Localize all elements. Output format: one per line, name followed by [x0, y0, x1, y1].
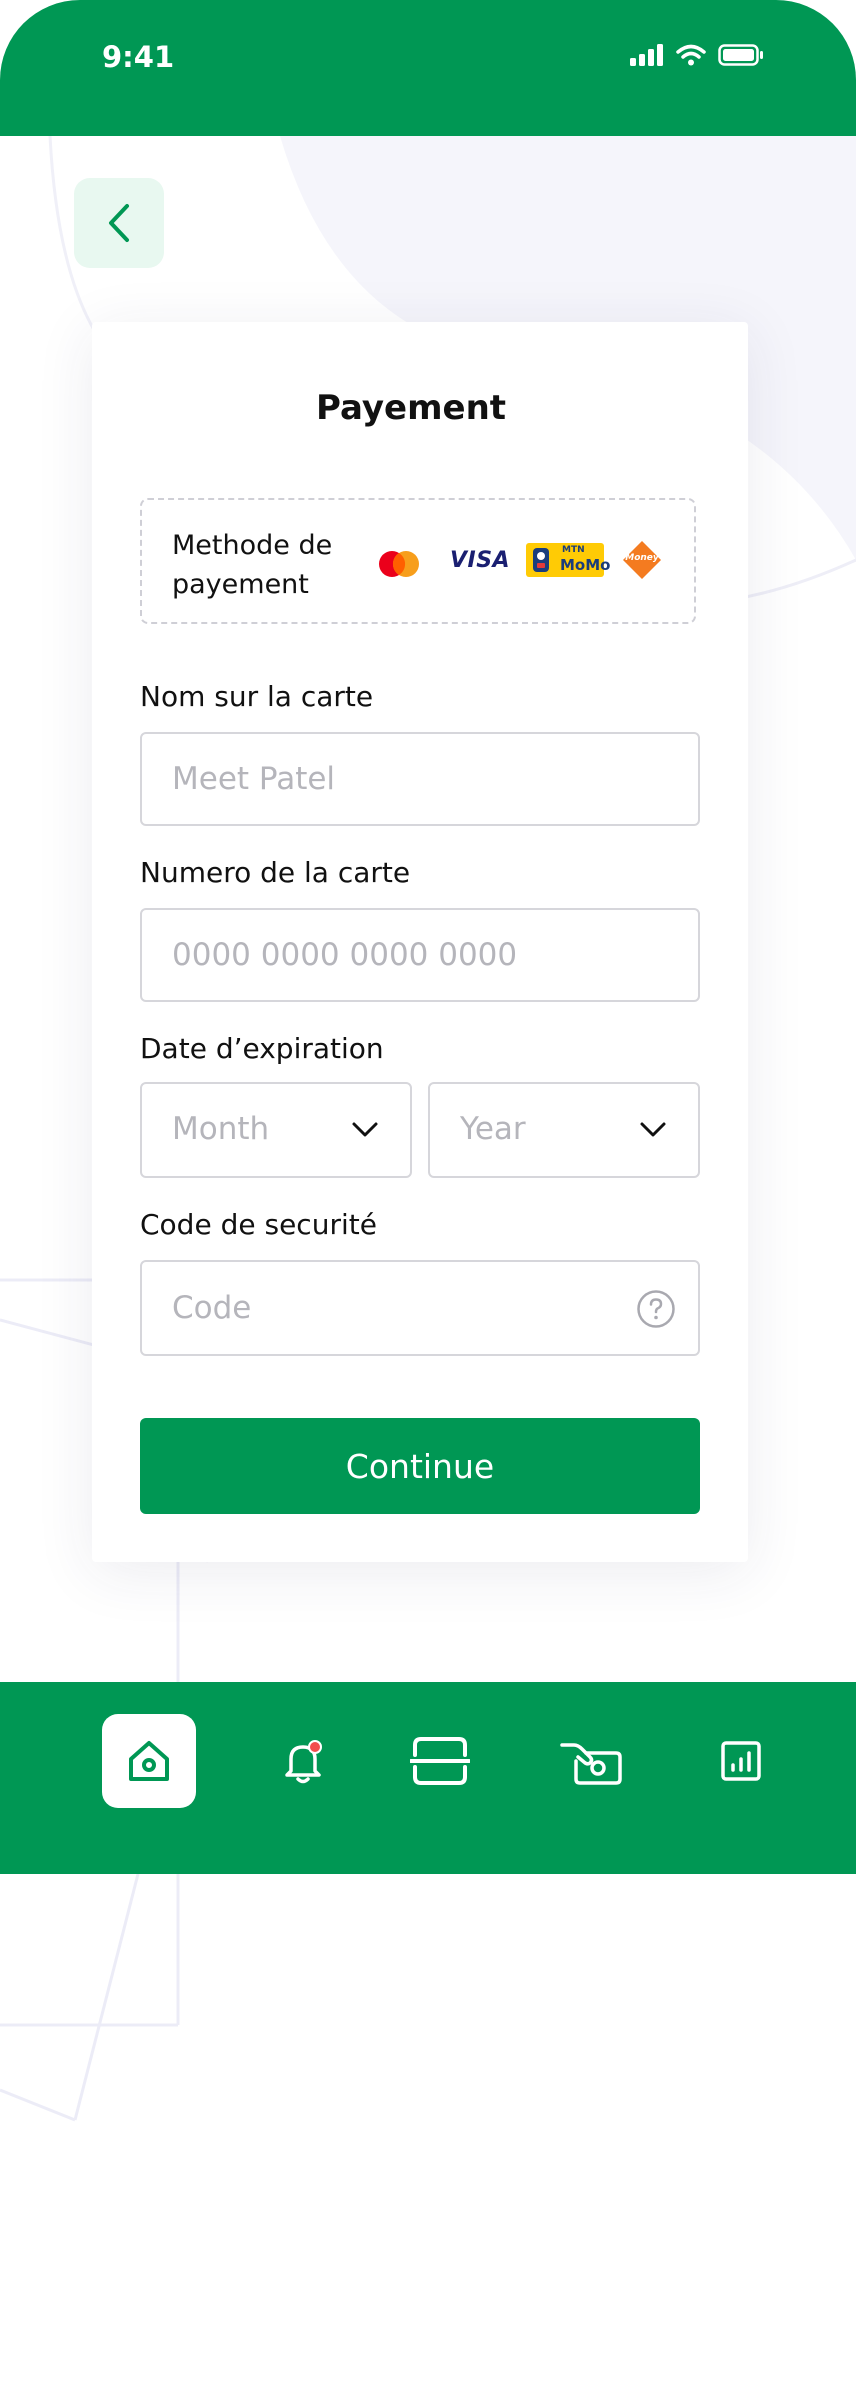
status-bar: 9:41 [0, 0, 856, 136]
nav-item-home[interactable] [102, 1714, 196, 1808]
moov-money-text: Money [625, 553, 659, 563]
payment-method-label: Methode de payement [172, 530, 333, 600]
battery-icon [718, 44, 763, 66]
chevron-left-icon [109, 204, 129, 242]
payment-method-box: Methode de payement VISA MTN MoMo Money [140, 498, 696, 624]
security-code-input[interactable] [172, 1262, 652, 1354]
card-number-input[interactable] [172, 910, 652, 1000]
signal-icon [630, 44, 663, 66]
card-name-field[interactable] [140, 732, 700, 826]
nav-item-scan[interactable] [393, 1714, 487, 1808]
mastercard-logo[interactable] [376, 548, 424, 580]
continue-button[interactable]: Continue [140, 1418, 700, 1514]
card-name-input[interactable] [172, 734, 652, 824]
chevron-down-icon [640, 1122, 666, 1137]
nav-item-payments[interactable] [545, 1714, 639, 1808]
year-select-placeholder: Year [460, 1111, 526, 1147]
chevron-down-icon [352, 1122, 378, 1137]
bell-icon [285, 1740, 322, 1784]
momo-text: MoMo [560, 556, 611, 574]
security-code-field[interactable] [140, 1260, 700, 1356]
payment-screen: 9:41 Payement Methode de payement VISA M… [0, 0, 856, 2404]
wifi-icon [676, 44, 706, 66]
back-button[interactable] [74, 178, 164, 268]
page-title: Payement [315, 388, 507, 428]
bottom-nav [0, 1682, 856, 1874]
card-name-label: Nom sur la carte [140, 680, 374, 713]
chart-icon [721, 1741, 761, 1781]
status-time: 9:41 [102, 40, 175, 74]
card-number-field[interactable] [140, 908, 700, 1002]
money-hand-icon [560, 1743, 622, 1785]
card-number-label: Numero de la carte [140, 856, 411, 889]
security-code-label: Code de securité [140, 1208, 377, 1241]
visa-logo[interactable]: VISA [450, 548, 510, 573]
expiry-label: Date d’expiration [140, 1032, 384, 1065]
month-select-placeholder: Month [172, 1111, 270, 1147]
mtn-momo-logo[interactable]: MTN MoMo [526, 543, 610, 577]
home-icon [129, 1741, 169, 1781]
mtn-text: MTN [562, 545, 585, 555]
nav-item-notifications[interactable] [256, 1714, 350, 1808]
notification-badge [308, 1740, 322, 1754]
nav-item-stats[interactable] [694, 1714, 788, 1808]
question-circle-icon[interactable] [636, 1289, 676, 1329]
momo-mascot-icon [533, 548, 549, 572]
moov-money-logo[interactable]: Money [622, 540, 662, 580]
year-select[interactable]: Year [428, 1082, 700, 1178]
month-select[interactable]: Month [140, 1082, 412, 1178]
status-icons [630, 44, 764, 66]
scan-icon [410, 1737, 470, 1785]
